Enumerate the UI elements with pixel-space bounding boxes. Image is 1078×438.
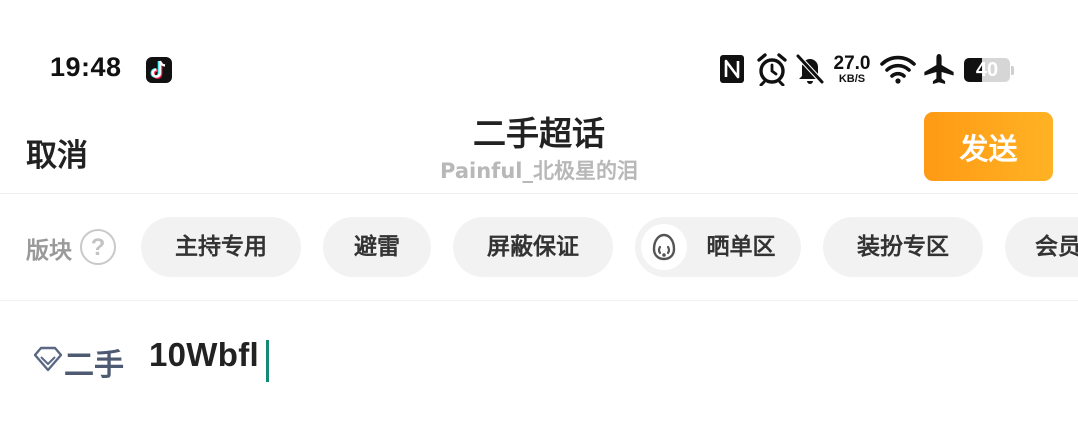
network-speed-value: 27.0 (833, 53, 871, 74)
page-title: 二手超话 (473, 114, 605, 153)
status-icons: 27.0 KB/S 40 (716, 52, 1016, 88)
section-chip[interactable]: 避雷 (323, 217, 431, 277)
nfc-icon (718, 52, 746, 90)
compose-editor[interactable]: 二手 10Wbfl (0, 302, 1078, 438)
section-chip[interactable]: 屏蔽保证 (453, 217, 613, 277)
airplane-icon (922, 52, 956, 90)
wifi-icon (880, 52, 916, 90)
compose-post-screen: 19:48 27.0 KB/S 40 取消 二手超话 Painful_北极星的泪… (0, 0, 1078, 438)
battery-level: 40 (975, 59, 999, 81)
network-speed: 27.0 KB/S (830, 54, 874, 85)
compose-header: 取消 二手超话 Painful_北极星的泪 发送 (0, 110, 1078, 194)
page-subtitle: Painful_北极星的泪 (440, 159, 638, 183)
section-selector: 版块 ? 主持专用 避雷 屏蔽保证 晒单区 装扮专区 会员 (0, 195, 1078, 301)
battery-tip (1011, 66, 1014, 75)
section-chip[interactable]: 主持专用 (141, 217, 301, 277)
cancel-button[interactable]: 取消 (26, 130, 88, 175)
section-chip-label: 主持专用 (175, 234, 267, 260)
alarm-icon (756, 52, 788, 90)
topic-tag[interactable]: 二手 (64, 340, 124, 384)
compose-text-input[interactable]: 10Wbfl (149, 336, 259, 374)
section-chip-label: 屏蔽保证 (487, 234, 579, 260)
title-block: 二手超话 Painful_北极星的泪 (339, 114, 739, 186)
section-chip-label: 避雷 (354, 234, 400, 260)
section-chip[interactable]: 装扮专区 (823, 217, 983, 277)
network-speed-unit: KB/S (838, 73, 866, 85)
battery-indicator: 40 (964, 58, 1010, 82)
tiktok-icon (146, 57, 172, 83)
status-time: 19:48 (50, 52, 122, 82)
section-chip[interactable]: 会员 (1005, 217, 1078, 277)
status-bar: 19:48 27.0 KB/S 40 (0, 0, 1078, 110)
bell-muted-icon (794, 52, 826, 90)
help-icon[interactable]: ? (80, 229, 116, 265)
section-chip[interactable]: 晒单区 (635, 217, 801, 277)
diamond-icon (33, 346, 63, 376)
text-caret (266, 340, 269, 382)
sections-label: 版块 (26, 238, 72, 264)
section-chip-label: 晒单区 (706, 234, 776, 260)
send-button[interactable]: 发送 (924, 112, 1053, 181)
cute-face-icon (641, 224, 687, 270)
section-chip-label: 会员 (1035, 234, 1078, 260)
section-chip-label: 装扮专区 (857, 234, 949, 260)
